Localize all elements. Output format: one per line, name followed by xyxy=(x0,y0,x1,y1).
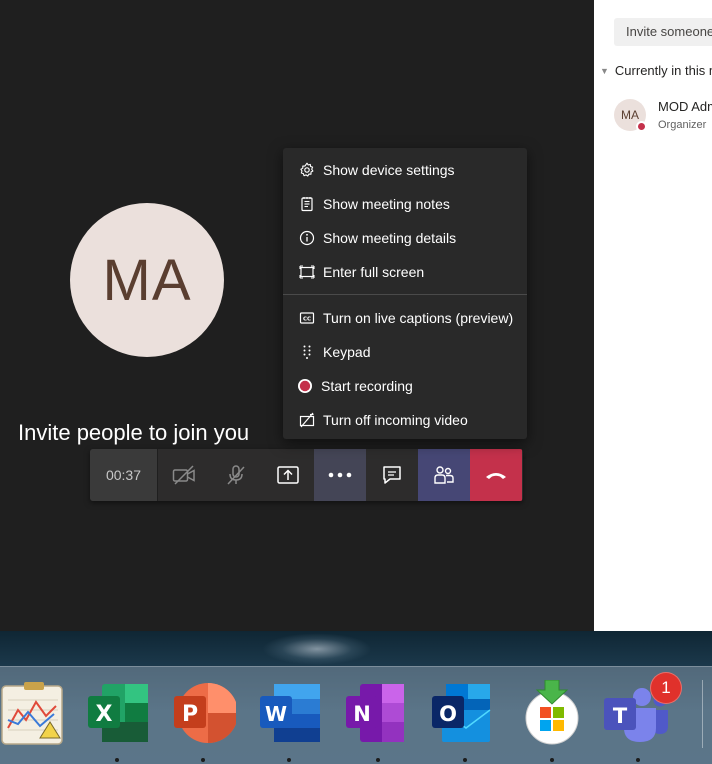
menu-item-live-captions[interactable]: CC Turn on live captions (preview) xyxy=(283,301,527,335)
menu-item-label: Start recording xyxy=(321,378,413,394)
svg-text:P: P xyxy=(182,702,198,727)
show-conversation-button[interactable] xyxy=(366,449,418,501)
hang-up-icon xyxy=(486,473,506,479)
svg-text:X: X xyxy=(96,702,113,727)
running-indicator xyxy=(636,758,640,762)
share-screen-button[interactable] xyxy=(262,449,314,501)
menu-item-meeting-details[interactable]: Show meeting details xyxy=(283,221,527,255)
menu-item-label: Show meeting details xyxy=(323,230,457,246)
svg-text:CC: CC xyxy=(303,317,311,323)
menu-item-label: Keypad xyxy=(323,344,371,360)
svg-text:W: W xyxy=(265,702,287,726)
ellipsis-icon xyxy=(328,472,352,478)
menu-divider xyxy=(283,294,527,295)
running-indicator xyxy=(201,758,205,762)
participant-role: Organizer xyxy=(658,119,707,131)
wallpaper-wave xyxy=(262,633,372,665)
camera-toggle-button[interactable] xyxy=(158,449,210,501)
keypad-icon xyxy=(298,343,316,361)
video-off-icon xyxy=(298,411,316,429)
dock-app-onenote[interactable]: N xyxy=(342,680,408,746)
svg-text:T: T xyxy=(613,704,628,728)
menu-item-label: Show device settings xyxy=(323,162,455,178)
mic-off-icon xyxy=(227,465,245,485)
call-timer: 00:37 xyxy=(90,449,158,501)
grapher-icon xyxy=(1,682,63,745)
presence-status-icon xyxy=(636,121,647,132)
autoupdate-icon xyxy=(525,679,579,745)
running-indicator xyxy=(376,758,380,762)
running-indicator xyxy=(463,758,467,762)
notes-icon xyxy=(298,195,316,213)
menu-item-start-recording[interactable]: Start recording xyxy=(283,369,527,403)
fullscreen-icon xyxy=(298,263,316,281)
camera-off-icon xyxy=(172,465,195,485)
menu-item-keypad[interactable]: Keypad xyxy=(283,335,527,369)
dock-separator xyxy=(702,680,703,748)
participant-name[interactable]: MOD Administrator xyxy=(658,99,712,114)
dock-app-excel[interactable]: X xyxy=(84,680,150,746)
outlook-icon: O xyxy=(432,684,491,742)
powerpoint-icon: P xyxy=(174,683,238,743)
gear-icon xyxy=(298,161,316,179)
running-indicator xyxy=(287,758,291,762)
info-icon xyxy=(298,229,316,247)
participant-avatar-large: MA xyxy=(70,203,224,357)
dock-app-word[interactable]: W xyxy=(256,680,322,746)
svg-text:O: O xyxy=(439,702,457,726)
call-controls-toolbar: 00:37 xyxy=(90,449,523,501)
running-indicator xyxy=(115,758,119,762)
word-icon: W xyxy=(260,684,320,742)
invite-message: Invite people to join you xyxy=(18,420,250,445)
show-participants-button[interactable] xyxy=(418,449,470,501)
participants-panel: Invite someone ▼ Currently in this meeti… xyxy=(594,0,712,631)
dock-app-grapher[interactable] xyxy=(0,680,66,746)
running-indicator xyxy=(550,758,554,762)
dock-app-microsoft-autoupdate[interactable] xyxy=(519,679,585,746)
menu-item-label: Show meeting notes xyxy=(323,196,450,212)
invite-someone-input[interactable]: Invite someone xyxy=(614,18,712,46)
hang-up-button[interactable] xyxy=(470,449,522,501)
menu-item-meeting-notes[interactable]: Show meeting notes xyxy=(283,187,527,221)
more-actions-button[interactable] xyxy=(314,449,366,501)
menu-item-full-screen[interactable]: Enter full screen xyxy=(283,255,527,289)
onenote-icon: N xyxy=(346,684,404,742)
people-icon xyxy=(434,466,454,484)
excel-icon: X xyxy=(88,684,148,742)
menu-item-label: Enter full screen xyxy=(323,264,425,280)
cc-icon: CC xyxy=(298,309,316,327)
currently-in-meeting-header[interactable]: ▼ Currently in this meeting xyxy=(600,63,712,78)
notification-badge: 1 xyxy=(650,672,682,704)
section-title: Currently in this meeting xyxy=(614,63,712,78)
more-actions-menu: Show device settings Show meeting notes … xyxy=(283,148,527,439)
menu-item-label: Turn off incoming video xyxy=(323,412,468,428)
share-tray-icon xyxy=(277,466,299,484)
menu-item-device-settings[interactable]: Show device settings xyxy=(283,153,527,187)
record-icon xyxy=(296,377,314,395)
dock-app-outlook[interactable]: O xyxy=(428,680,494,746)
dock-app-powerpoint[interactable]: P xyxy=(170,680,238,746)
svg-text:N: N xyxy=(353,702,371,726)
mic-toggle-button[interactable] xyxy=(210,449,262,501)
chevron-down-icon: ▼ xyxy=(600,65,609,76)
chat-icon xyxy=(383,466,401,484)
menu-item-incoming-video[interactable]: Turn off incoming video xyxy=(283,403,527,437)
menu-item-label: Turn on live captions (preview) xyxy=(323,310,514,326)
